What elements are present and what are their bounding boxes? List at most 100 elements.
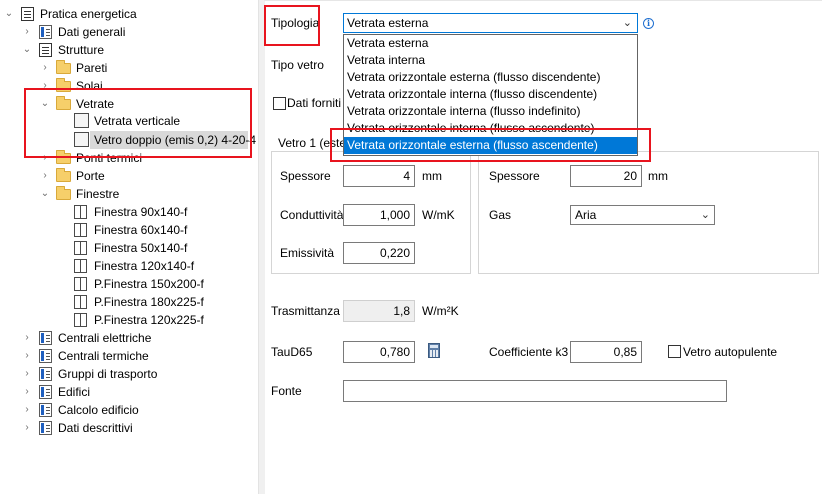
chevron-right-icon[interactable]: ›	[22, 23, 32, 41]
dropdown-option-highlighted[interactable]: Vetrata orizzontale esterna (flusso asce…	[344, 137, 637, 154]
list-icon	[39, 331, 52, 345]
gas-label: Gas	[489, 208, 512, 222]
fonte-input[interactable]	[343, 380, 727, 402]
gas-select[interactable]: Aria ⌄	[570, 205, 715, 225]
tree-label: Vetro doppio (emis 0,2) 4-20-4	[94, 133, 257, 147]
chevron-right-icon[interactable]: ›	[22, 329, 32, 347]
window-icon	[74, 259, 87, 273]
dati-forniti-label: Dati forniti	[287, 96, 342, 110]
tree-label: Vetrate	[76, 97, 115, 111]
tree-label: P.Finestra 120x225-f	[94, 313, 204, 327]
chevron-down-icon: ⌄	[622, 17, 632, 29]
trasmittanza-unit: W/m²K	[422, 304, 459, 318]
chevron-right-icon[interactable]: ›	[40, 77, 50, 95]
tree-label: Dati generali	[58, 25, 126, 39]
folder-icon	[56, 150, 71, 164]
window-icon	[74, 277, 87, 291]
coeff-k3-input[interactable]: 0,85	[570, 341, 642, 363]
tree-panel: ⌄ Pratica energetica › Dati generali ⌄ S…	[0, 0, 258, 494]
chevron-down-icon[interactable]: ⌄	[22, 41, 32, 59]
chevron-right-icon[interactable]: ›	[22, 365, 32, 383]
window-icon	[74, 313, 87, 327]
window-icon	[74, 223, 87, 237]
dropdown-option[interactable]: Vetrata orizzontale esterna (flusso disc…	[344, 69, 637, 86]
tree-label: Pratica energetica	[40, 7, 137, 21]
dropdown-option[interactable]: Vetrata orizzontale interna (flusso asce…	[344, 120, 637, 137]
gap-spessore-unit: mm	[648, 169, 668, 183]
folder-icon	[56, 96, 71, 110]
tipologia-label: Tipologia	[271, 16, 320, 30]
chevron-right-icon[interactable]: ›	[22, 347, 32, 365]
calculator-icon[interactable]	[428, 343, 440, 358]
tree-label: Centrali elettriche	[58, 331, 152, 345]
tree-label: Vetrata verticale	[94, 114, 181, 128]
folder-icon	[56, 186, 71, 200]
list-icon	[39, 25, 52, 39]
tree-label: Edifici	[58, 385, 91, 399]
window-icon	[74, 205, 87, 219]
chevron-right-icon[interactable]: ›	[22, 419, 32, 437]
tree-label: Calcolo edificio	[58, 403, 139, 417]
document-icon	[21, 7, 34, 21]
tipologia-select[interactable]: Vetrata esterna ⌄	[343, 13, 638, 33]
tree-label: Centrali termiche	[58, 349, 149, 363]
chevron-right-icon[interactable]: ›	[40, 59, 50, 77]
tree-label: Finestra 50x140-f	[94, 241, 188, 255]
tree-label: Dati descrittivi	[58, 421, 133, 435]
emissivita-label: Emissività	[280, 246, 335, 260]
chevron-down-icon: ⌄	[700, 209, 710, 221]
fonte-label: Fonte	[271, 384, 302, 398]
document-icon	[39, 43, 52, 57]
dati-forniti-checkbox[interactable]	[273, 97, 286, 110]
dropdown-option[interactable]: Vetrata orizzontale interna (flusso disc…	[344, 86, 637, 103]
tree-label: Strutture	[58, 43, 105, 57]
vetro1-legend: Vetro 1 (este	[278, 135, 349, 151]
panel-splitter[interactable]	[258, 0, 265, 494]
tree-label: Pareti	[76, 61, 108, 75]
tipologia-value: Vetrata esterna	[347, 16, 429, 30]
chevron-down-icon[interactable]: ⌄	[40, 185, 50, 203]
taud65-input[interactable]: 0,780	[343, 341, 415, 363]
divider	[264, 0, 822, 1]
chevron-right-icon[interactable]: ›	[22, 383, 32, 401]
chevron-down-icon[interactable]: ⌄	[40, 95, 50, 113]
chevron-right-icon[interactable]: ›	[22, 401, 32, 419]
tree-label: Solai	[76, 79, 103, 93]
chevron-down-icon[interactable]: ⌄	[4, 5, 14, 23]
tree-label: Porte	[76, 169, 105, 183]
trasmittanza-label: Trasmittanza	[271, 304, 340, 318]
list-icon	[39, 403, 52, 417]
tree-label: P.Finestra 150x200-f	[94, 277, 204, 291]
coeff-k3-label: Coefficiente k3	[489, 345, 569, 359]
dropdown-option[interactable]: Vetrata esterna	[344, 35, 637, 52]
glass-pane-icon	[74, 132, 89, 147]
info-icon[interactable]: i	[643, 18, 654, 29]
chevron-right-icon[interactable]: ›	[40, 167, 50, 185]
spessore-input[interactable]: 4	[343, 165, 415, 187]
spessore-unit: mm	[422, 169, 442, 183]
emissivita-input[interactable]: 0,220	[343, 242, 415, 264]
dropdown-option[interactable]: Vetrata orizzontale interna (flusso inde…	[344, 103, 637, 120]
list-icon	[39, 367, 52, 381]
list-icon	[39, 385, 52, 399]
conduttivita-input[interactable]: 1,000	[343, 204, 415, 226]
folder-icon	[56, 60, 71, 74]
tree-label: Ponti termici	[76, 151, 143, 165]
tipologia-dropdown-list: Vetrata esterna Vetrata interna Vetrata …	[343, 34, 638, 156]
gap-spessore-input[interactable]: 20	[570, 165, 642, 187]
tree-label: Finestra 60x140-f	[94, 223, 188, 237]
folder-icon	[56, 78, 71, 92]
vetro-autopulente-checkbox[interactable]	[668, 345, 681, 358]
gas-value: Aria	[575, 208, 597, 222]
conduttivita-unit: W/mK	[422, 208, 455, 222]
conduttivita-label: Conduttività	[280, 208, 344, 222]
dropdown-option[interactable]: Vetrata interna	[344, 52, 637, 69]
tree-label: Gruppi di trasporto	[58, 367, 158, 381]
tree-label: Finestra 90x140-f	[94, 205, 188, 219]
vetro-autopulente-label: Vetro autopulente	[683, 345, 778, 359]
tree-label: Finestre	[76, 187, 120, 201]
chevron-right-icon[interactable]: ›	[40, 149, 50, 167]
window-icon	[74, 241, 87, 255]
gap-spessore-label: Spessore	[489, 169, 540, 183]
tree-label: Finestra 120x140-f	[94, 259, 195, 273]
